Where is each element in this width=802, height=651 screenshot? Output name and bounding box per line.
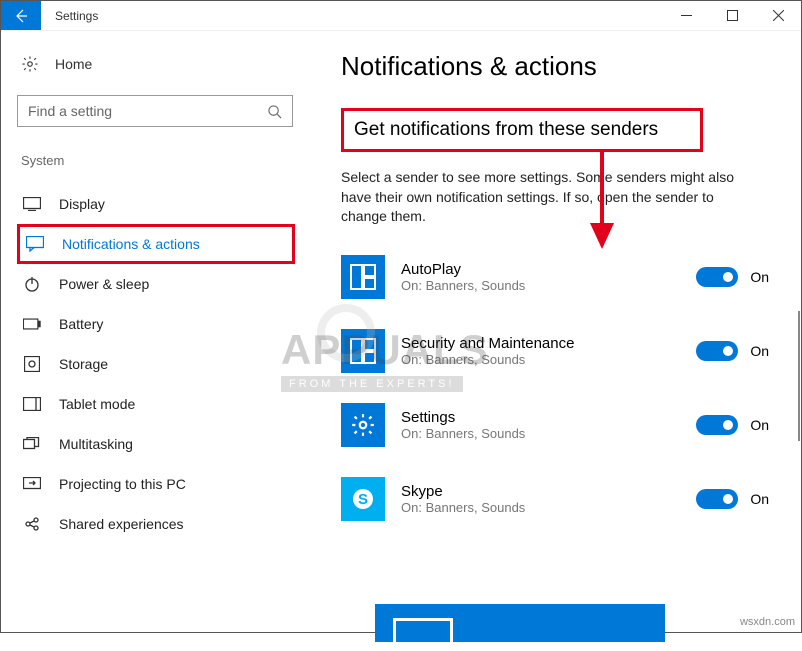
sender-list: AutoPlay On: Banners, Sounds On Security… — [341, 255, 781, 521]
nav-item-projecting[interactable]: Projecting to this PC — [17, 464, 295, 504]
storage-icon — [24, 356, 40, 372]
nav-item-storage[interactable]: Storage — [17, 344, 295, 384]
settings-app-icon — [341, 403, 385, 447]
page-title: Notifications & actions — [341, 51, 781, 82]
power-icon — [24, 276, 40, 292]
share-icon — [24, 516, 40, 532]
footer-credit: wsxdn.com — [740, 616, 795, 628]
search-icon — [267, 104, 282, 119]
security-icon — [341, 329, 385, 373]
window-controls — [663, 1, 801, 30]
section-heading: Get notifications from these senders — [354, 119, 658, 141]
svg-text:S: S — [358, 491, 368, 508]
nav-item-notifications[interactable]: Notifications & actions — [17, 224, 295, 264]
partial-tile — [375, 604, 665, 642]
monitor-icon — [23, 197, 41, 211]
toggle-security[interactable] — [696, 341, 738, 361]
section-heading-box: Get notifications from these senders — [341, 108, 703, 152]
minimize-button[interactable] — [663, 1, 709, 30]
nav-item-battery[interactable]: Battery — [17, 304, 295, 344]
toggle-autoplay[interactable] — [696, 267, 738, 287]
nav-item-shared[interactable]: Shared experiences — [17, 504, 295, 544]
project-icon — [23, 477, 41, 491]
titlebar: Settings — [1, 1, 801, 31]
minimize-icon — [681, 10, 692, 21]
home-label: Home — [55, 56, 92, 72]
multitask-icon — [23, 437, 41, 451]
skype-icon: S — [341, 477, 385, 521]
search-input[interactable]: Find a setting — [17, 95, 293, 127]
maximize-button[interactable] — [709, 1, 755, 30]
window-title: Settings — [41, 1, 112, 30]
nav-item-display[interactable]: Display — [17, 184, 295, 224]
sender-row-autoplay[interactable]: AutoPlay On: Banners, Sounds On — [341, 255, 781, 299]
nav-item-tablet[interactable]: Tablet mode — [17, 384, 295, 424]
nav-item-multitasking[interactable]: Multitasking — [17, 424, 295, 464]
tablet-icon — [23, 397, 41, 411]
close-icon — [773, 10, 784, 21]
back-button[interactable] — [1, 1, 41, 30]
battery-icon — [23, 318, 41, 330]
nav-item-power[interactable]: Power & sleep — [17, 264, 295, 304]
toggle-skype[interactable] — [696, 489, 738, 509]
close-button[interactable] — [755, 1, 801, 30]
sender-row-settings[interactable]: Settings On: Banners, Sounds On — [341, 403, 781, 447]
maximize-icon — [727, 10, 738, 21]
sender-row-skype[interactable]: S Skype On: Banners, Sounds On — [341, 477, 781, 521]
gear-icon — [21, 55, 39, 73]
autoplay-icon — [341, 255, 385, 299]
home-link[interactable]: Home — [17, 49, 295, 79]
toggle-settings[interactable] — [696, 415, 738, 435]
section-label: System — [17, 153, 295, 168]
arrow-left-icon — [13, 8, 29, 24]
sidebar: Home Find a setting System Display Notif… — [1, 31, 311, 632]
main-pane: Notifications & actions Get notification… — [311, 31, 801, 632]
sender-row-security[interactable]: Security and Maintenance On: Banners, So… — [341, 329, 781, 373]
message-icon — [26, 236, 44, 252]
section-subtext: Select a sender to see more settings. So… — [341, 168, 761, 227]
scrollbar[interactable] — [798, 311, 800, 441]
search-placeholder: Find a setting — [28, 103, 112, 119]
